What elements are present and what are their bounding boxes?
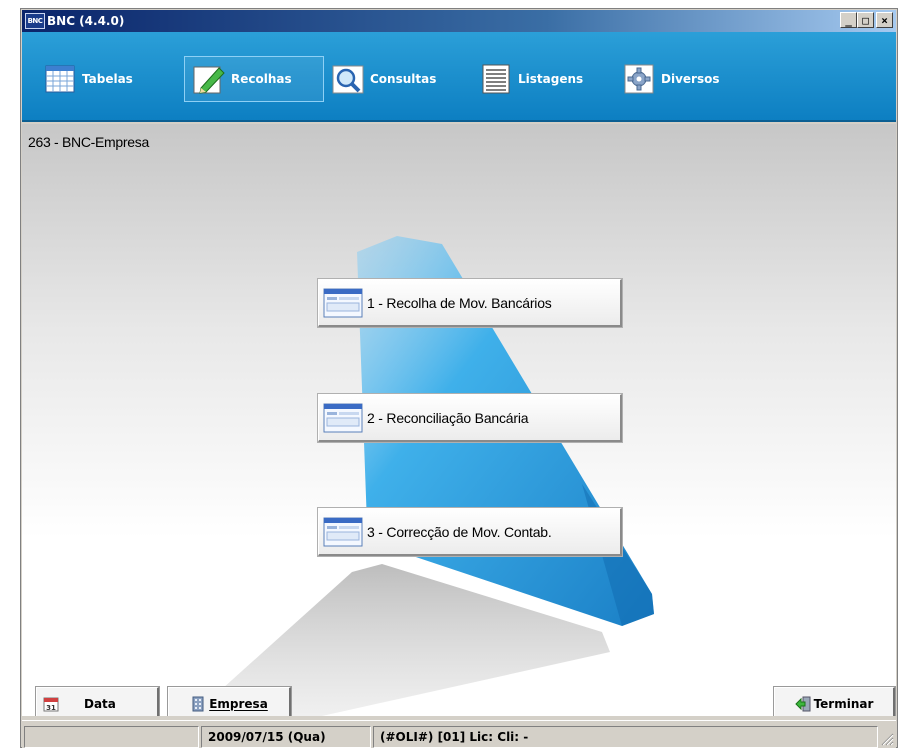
window-title: BNC (4.4.0) <box>47 14 125 28</box>
toolbar-diversos[interactable]: Diversos <box>615 56 727 102</box>
form-window-icon <box>323 517 363 546</box>
form-window-icon <box>323 288 363 317</box>
toolbar-consultas-label: Consultas <box>370 72 437 86</box>
recolha-mov-bancarios-button[interactable]: 1 - Recolha de Mov. Bancários <box>317 278 623 328</box>
data-button[interactable]: 31 Data <box>35 686 160 716</box>
status-info: (#OLI#) [01] Lic: Cli: - <box>373 726 878 748</box>
resize-grip-icon[interactable] <box>880 732 894 746</box>
reconciliacao-bancaria-button[interactable]: 2 - Reconciliação Bancária <box>317 393 623 443</box>
maximize-button[interactable]: □ <box>857 12 874 28</box>
recolha-mov-bancarios-label: 1 - Recolha de Mov. Bancários <box>367 294 552 311</box>
calendar-icon: 31 <box>43 697 59 712</box>
correccao-mov-contab-label: 3 - Correcção de Mov. Contab. <box>367 523 552 540</box>
empresa-button-label: Empresa <box>209 696 268 711</box>
terminar-button-label: Terminar <box>813 696 874 711</box>
empresa-button[interactable]: Empresa <box>167 686 292 716</box>
window-controls: _ □ × <box>840 12 893 28</box>
status-panel-empty <box>24 726 199 748</box>
pencil-icon <box>193 64 225 94</box>
close-button[interactable]: × <box>876 12 893 28</box>
gear-icon <box>623 64 655 94</box>
magnifier-icon <box>332 64 364 94</box>
app-logo-icon: BNC <box>25 13 45 29</box>
exit-door-icon <box>794 696 811 711</box>
building-icon <box>192 696 204 711</box>
status-date: 2009/07/15 (Qua) <box>201 726 371 748</box>
toolbar-recolhas[interactable]: Recolhas <box>184 56 324 102</box>
terminar-button[interactable]: Terminar <box>773 686 896 716</box>
title-bar[interactable]: BNC BNC (4.4.0) _ □ × <box>22 10 896 32</box>
toolbar-tabelas-label: Tabelas <box>82 72 133 86</box>
toolbar-consultas[interactable]: Consultas <box>324 56 444 102</box>
main-toolbar: Tabelas Recolhas Consultas Listagens Div… <box>22 32 896 122</box>
toolbar-tabelas[interactable]: Tabelas <box>36 56 141 102</box>
company-label: 263 - BNC-Empresa <box>28 134 149 150</box>
toolbar-listagens[interactable]: Listagens <box>472 56 591 102</box>
main-panel: 263 - BNC-Empresa 1 - Recolha de Mov. Ba… <box>22 124 896 716</box>
table-grid-icon <box>44 64 76 94</box>
form-window-icon <box>323 403 363 432</box>
data-button-label: Data <box>84 696 116 711</box>
minimize-button[interactable]: _ <box>840 12 857 28</box>
status-bar: 2009/07/15 (Qua) (#OLI#) [01] Lic: Cli: … <box>22 720 896 748</box>
toolbar-listagens-label: Listagens <box>518 72 584 86</box>
app-window: BNC BNC (4.4.0) _ □ × Tabelas Recolhas C… <box>20 8 898 748</box>
svg-text:31: 31 <box>46 704 56 712</box>
correccao-mov-contab-button[interactable]: 3 - Correcção de Mov. Contab. <box>317 507 623 557</box>
toolbar-recolhas-label: Recolhas <box>231 72 292 86</box>
reconciliacao-bancaria-label: 2 - Reconciliação Bancária <box>367 409 529 426</box>
toolbar-diversos-label: Diversos <box>661 72 720 86</box>
list-document-icon <box>480 64 512 94</box>
